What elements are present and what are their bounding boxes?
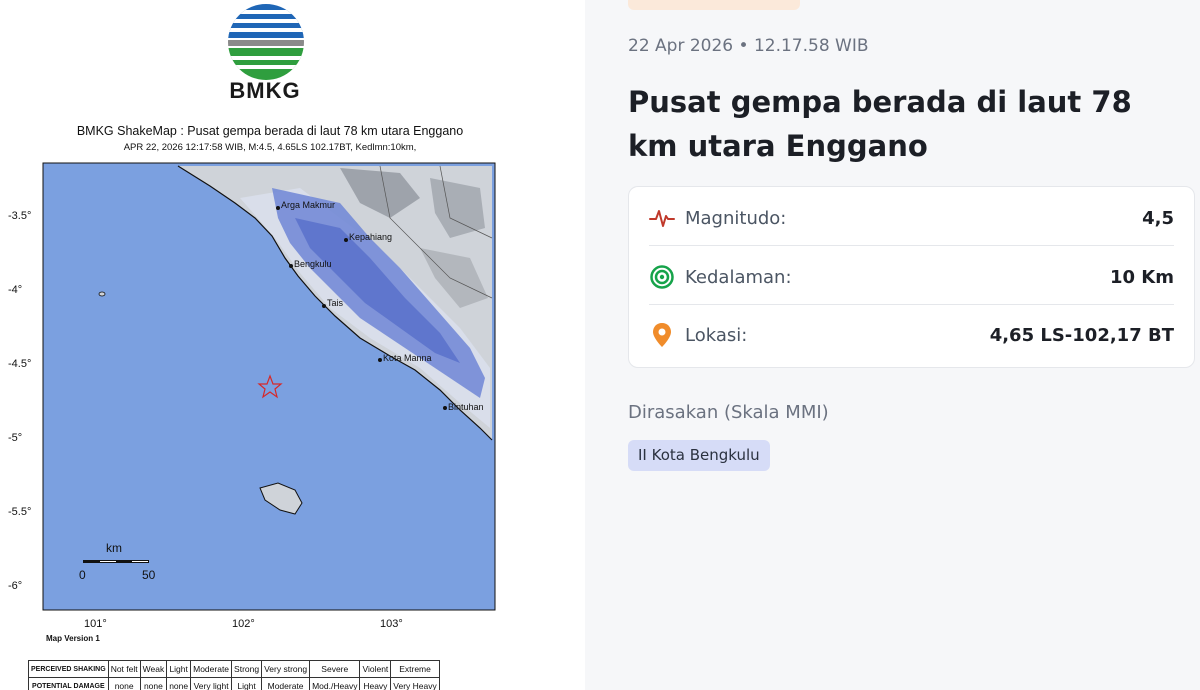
- shakemap-panel: BMKG BMKG ShakeMap : Pusat gempa berada …: [0, 0, 585, 690]
- legend-cell: Very strong: [261, 660, 311, 678]
- scale-unit: km: [106, 541, 122, 555]
- x-tick: 103°: [380, 618, 403, 630]
- event-info-card: Magnitudo: 4,5 Kedalaman: 10 Km Lokasi: …: [628, 186, 1195, 368]
- x-tick: 102°: [232, 618, 255, 630]
- bmkg-logo-icon: [228, 4, 304, 80]
- magnitude-row: Magnitudo: 4,5: [649, 189, 1174, 247]
- location-pin-icon: [649, 322, 675, 348]
- legend-cell: Very light: [190, 677, 233, 690]
- category-badge: [628, 0, 800, 10]
- legend-cell: Very Heavy: [390, 677, 440, 690]
- city-label: Arga Makmur: [281, 200, 336, 210]
- legend-cell: Moderate: [261, 677, 311, 690]
- scale-min: 0: [79, 568, 86, 582]
- depth-label: Kedalaman:: [685, 266, 792, 288]
- y-tick: -3.5°: [8, 210, 32, 222]
- legend-cell: Mod./Heavy: [309, 677, 361, 690]
- city-label: Bintuhan: [448, 402, 484, 412]
- magnitude-value: 4,5: [1142, 207, 1174, 229]
- legend-cell: none: [107, 677, 141, 690]
- magnitude-label: Magnitudo:: [685, 207, 787, 229]
- legend-row-label: POTENTIAL DAMAGE: [28, 677, 109, 690]
- legend-cell: Not felt: [107, 660, 141, 678]
- legend-row-label: PERCEIVED SHAKING: [28, 660, 109, 678]
- map-version: Map Version 1: [46, 634, 100, 643]
- location-row: Lokasi: 4,65 LS-102,17 BT: [649, 306, 1174, 364]
- felt-intensity-title: Dirasakan (Skala MMI): [628, 402, 829, 423]
- city-label: Tais: [327, 298, 344, 308]
- logo-text: BMKG: [229, 78, 301, 103]
- legend-cell: none: [166, 677, 192, 690]
- location-value: 4,65 LS-102,17 BT: [989, 324, 1174, 346]
- y-tick: -5.5°: [8, 506, 32, 518]
- target-icon: [649, 264, 675, 290]
- legend-cell: Weak: [139, 660, 168, 678]
- depth-value: 10 Km: [1109, 266, 1174, 288]
- pulse-icon: [649, 205, 675, 231]
- legend-cell: none: [139, 677, 168, 690]
- location-label: Lokasi:: [685, 324, 748, 346]
- map-title: BMKG ShakeMap : Pusat gempa berada di la…: [76, 124, 464, 138]
- y-tick: -4.5°: [8, 358, 32, 370]
- legend-cell: Severe: [309, 660, 361, 678]
- y-tick: -5°: [8, 432, 23, 444]
- legend-cell: Light: [166, 660, 192, 678]
- city-label: Bengkulu: [294, 259, 332, 269]
- earthquake-detail-panel: 22 Apr 2026 • 12.17.58 WIB Pusat gempa b…: [585, 0, 1200, 690]
- divider: [649, 245, 1174, 246]
- legend-cell: Moderate: [190, 660, 233, 678]
- y-tick: -4°: [8, 284, 23, 296]
- depth-row: Kedalaman: 10 Km: [649, 248, 1174, 306]
- y-tick: -6°: [8, 580, 23, 592]
- legend-cell: Violent: [359, 660, 392, 678]
- legend-cell: Strong: [231, 660, 263, 678]
- legend-cell: Heavy: [359, 677, 392, 690]
- event-headline: Pusat gempa berada di laut 78 km utara E…: [628, 85, 1132, 163]
- city-label: Kepahiang: [349, 232, 393, 242]
- scale-max: 50: [142, 568, 156, 582]
- event-datetime: 22 Apr 2026 • 12.17.58 WIB: [628, 36, 869, 56]
- divider: [649, 304, 1174, 305]
- legend-cell: Light: [231, 677, 263, 690]
- map-subtitle: APR 22, 2026 12:17:58 WIB, M:4.5, 4.65LS…: [123, 142, 417, 153]
- city-label: Kota Manna: [383, 353, 432, 363]
- legend-cell: Extreme: [390, 660, 440, 678]
- felt-region-chip[interactable]: II Kota Bengkulu: [628, 440, 770, 471]
- x-tick: 101°: [84, 618, 107, 630]
- mmi-legend-table: PERCEIVED SHAKING Not felt Weak Light Mo…: [28, 660, 440, 690]
